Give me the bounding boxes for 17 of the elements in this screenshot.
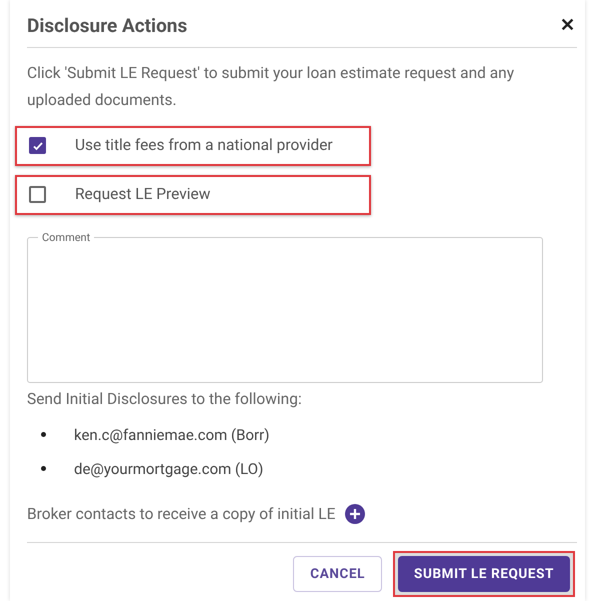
recipients-heading: Send Initial Disclosures to the following: bbox=[27, 388, 303, 410]
close-button[interactable]: ✕ bbox=[560, 17, 577, 36]
bullet-icon bbox=[41, 432, 46, 438]
checkbox-label: Use title fees from a national provider bbox=[75, 134, 333, 156]
broker-label: Broker contacts to receive a copy of initial LE bbox=[27, 504, 336, 525]
instructions-text: Click 'Submit LE Request' to submit your loan estimate request and any uploaded documents. bbox=[27, 62, 516, 110]
cancel-button[interactable]: CANCEL bbox=[293, 556, 382, 592]
checkbox[interactable] bbox=[29, 137, 46, 154]
add-icon[interactable] bbox=[345, 504, 366, 524]
recipient-email: de@yourmortgage.com (LO) bbox=[74, 458, 264, 480]
bullet-icon bbox=[41, 466, 46, 472]
dialog-title: Disclosure Actions bbox=[27, 13, 188, 39]
recipient-email: ken.c@fanniemae.com (Borr) bbox=[74, 424, 270, 446]
submit-button[interactable]: SUBMIT LE REQUEST bbox=[398, 556, 570, 592]
check-icon bbox=[32, 140, 44, 152]
checkbox[interactable] bbox=[29, 186, 46, 203]
checkbox-label: Request LE Preview bbox=[75, 184, 210, 205]
